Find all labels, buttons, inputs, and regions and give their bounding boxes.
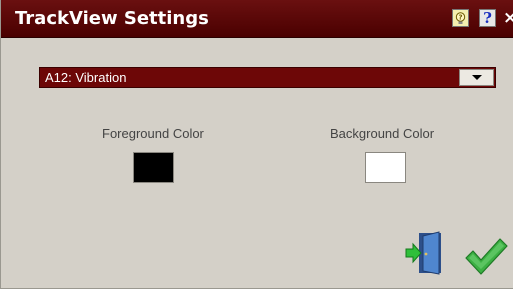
help-button[interactable]: ? bbox=[479, 9, 496, 27]
help-label: ? bbox=[483, 9, 492, 27]
exit-button[interactable] bbox=[405, 230, 445, 276]
close-button[interactable]: × bbox=[503, 8, 513, 28]
title-bar: TrackView Settings ? ? × bbox=[1, 0, 513, 38]
background-color-swatch[interactable] bbox=[365, 152, 406, 183]
window-title: TrackView Settings bbox=[15, 8, 209, 29]
svg-text:?: ? bbox=[458, 13, 462, 21]
checkmark-icon bbox=[465, 238, 508, 275]
background-color-label: Background Color bbox=[330, 126, 435, 141]
ok-button[interactable] bbox=[463, 236, 509, 278]
chevron-down-icon[interactable] bbox=[459, 69, 494, 86]
track-select-value: A12: Vibration bbox=[45, 70, 127, 85]
track-select-dropdown[interactable]: A12: Vibration bbox=[39, 67, 496, 88]
hint-bulb-icon: ? bbox=[455, 11, 466, 24]
foreground-color-swatch[interactable] bbox=[133, 152, 174, 183]
foreground-color-label: Foreground Color bbox=[102, 126, 204, 141]
exit-door-icon bbox=[405, 231, 441, 275]
hint-button[interactable]: ? bbox=[452, 9, 469, 27]
settings-dialog: TrackView Settings ? ? × A12: Vibration … bbox=[0, 0, 513, 289]
